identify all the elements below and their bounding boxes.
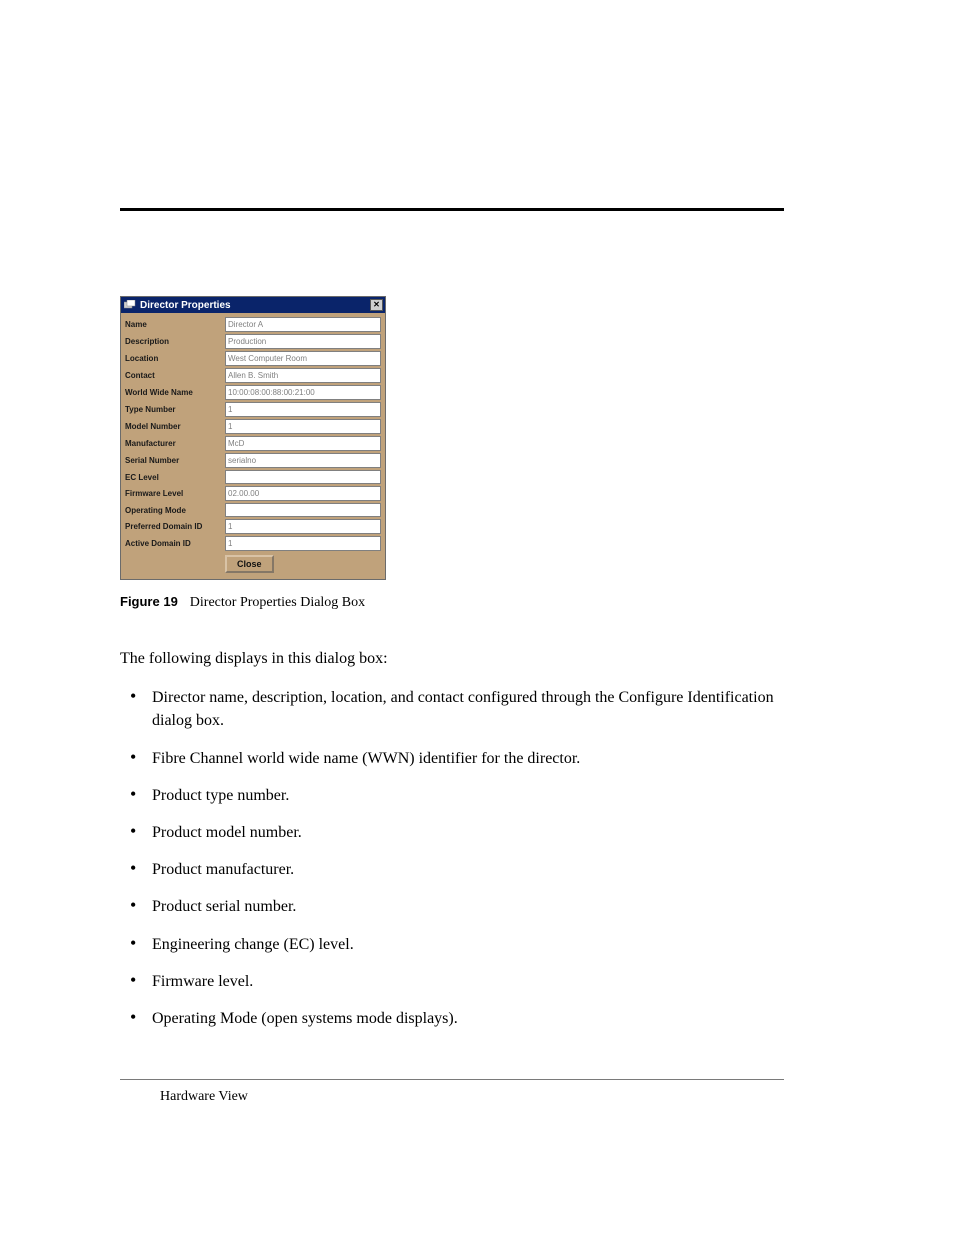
property-label: Model Number	[125, 419, 225, 434]
property-value: 1	[225, 536, 381, 551]
list-item: Product manufacturer.	[120, 858, 784, 881]
property-row: Operating Mode	[125, 503, 381, 517]
dialog-titlebar: Director Properties ✕	[121, 297, 385, 313]
property-value: Production	[225, 334, 381, 349]
property-value: 1	[225, 419, 381, 434]
property-value: 02.00.00	[225, 486, 381, 501]
top-rule	[120, 208, 784, 211]
property-row: Model Number1	[125, 419, 381, 434]
property-label: Serial Number	[125, 453, 225, 468]
property-row: ManufacturerMcD	[125, 436, 381, 451]
property-value: Allen B. Smith	[225, 368, 381, 383]
list-item: Director name, description, location, an…	[120, 686, 784, 732]
system-icon	[124, 300, 136, 310]
property-label: Description	[125, 334, 225, 349]
property-row: Preferred Domain ID1	[125, 519, 381, 534]
property-value: Director A	[225, 317, 381, 332]
dialog-button-row: Close	[125, 555, 381, 573]
property-row: Firmware Level02.00.00	[125, 486, 381, 501]
property-row: Active Domain ID1	[125, 536, 381, 551]
property-row: LocationWest Computer Room	[125, 351, 381, 366]
list-item: Product type number.	[120, 784, 784, 807]
page: Director Properties ✕ NameDirector ADesc…	[0, 0, 954, 1235]
dialog-title: Director Properties	[140, 300, 370, 311]
property-label: Active Domain ID	[125, 536, 225, 551]
list-item: Product serial number.	[120, 895, 784, 918]
property-row: EC Level	[125, 470, 381, 484]
property-value: 1	[225, 402, 381, 417]
list-item: Product model number.	[120, 821, 784, 844]
figure-label: Figure 19	[120, 594, 178, 609]
property-label: Name	[125, 317, 225, 332]
close-icon[interactable]: ✕	[370, 299, 383, 311]
property-label: Firmware Level	[125, 486, 225, 501]
property-row: World Wide Name10:00:08:00:88:00:21:00	[125, 385, 381, 400]
figure-caption-text: Director Properties Dialog Box	[190, 595, 365, 610]
list-item: Operating Mode (open systems mode displa…	[120, 1007, 784, 1030]
figure-caption: Figure 19 Director Properties Dialog Box	[120, 594, 784, 611]
property-row: NameDirector A	[125, 317, 381, 332]
property-value: 10:00:08:00:88:00:21:00	[225, 385, 381, 400]
property-label: Location	[125, 351, 225, 366]
property-row: Serial Numberserialno	[125, 453, 381, 468]
property-label: Contact	[125, 368, 225, 383]
intro-text: The following displays in this dialog bo…	[120, 647, 784, 670]
list-item: Engineering change (EC) level.	[120, 933, 784, 956]
property-label: EC Level	[125, 470, 225, 484]
property-label: Preferred Domain ID	[125, 519, 225, 534]
property-value: McD	[225, 436, 381, 451]
property-value	[225, 470, 381, 484]
property-row: ContactAllen B. Smith	[125, 368, 381, 383]
property-value: 1	[225, 519, 381, 534]
director-properties-dialog: Director Properties ✕ NameDirector ADesc…	[120, 296, 386, 580]
close-button[interactable]: Close	[225, 555, 274, 573]
property-label: Type Number	[125, 402, 225, 417]
bullet-list: Director name, description, location, an…	[120, 686, 784, 1030]
property-value: serialno	[225, 453, 381, 468]
dialog-body: NameDirector ADescriptionProductionLocat…	[121, 313, 385, 579]
footer-text: Hardware View	[160, 1089, 248, 1105]
property-value	[225, 503, 381, 517]
list-item: Firmware level.	[120, 970, 784, 993]
property-value: West Computer Room	[225, 351, 381, 366]
property-row: DescriptionProduction	[125, 334, 381, 349]
footer-rule	[120, 1079, 784, 1080]
content-area: Director Properties ✕ NameDirector ADesc…	[120, 296, 784, 1044]
list-item: Fibre Channel world wide name (WWN) iden…	[120, 747, 784, 770]
property-label: Operating Mode	[125, 503, 225, 517]
property-label: Manufacturer	[125, 436, 225, 451]
property-row: Type Number1	[125, 402, 381, 417]
property-label: World Wide Name	[125, 385, 225, 400]
